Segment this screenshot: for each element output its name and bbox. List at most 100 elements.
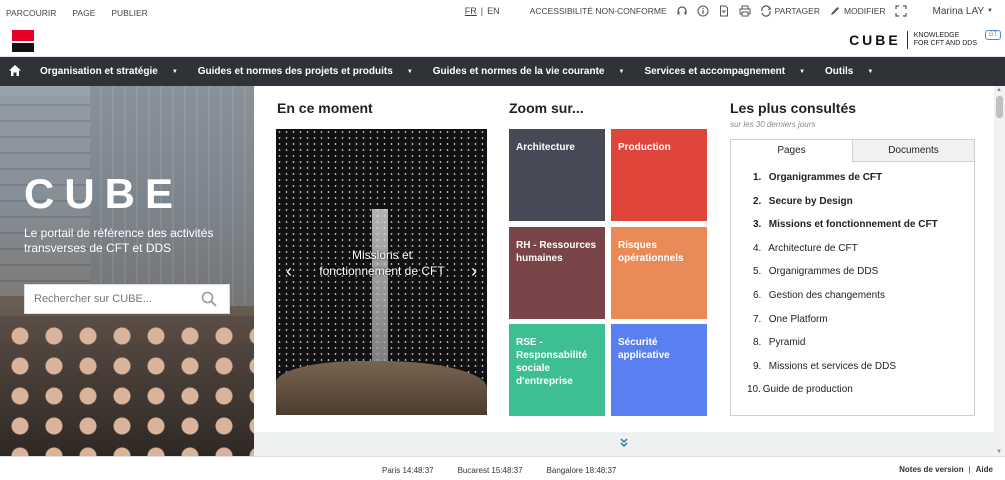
tile-rh[interactable]: RH - Ressources humaines [509, 227, 605, 319]
rank: 3. [753, 219, 762, 231]
hero-banner: CUBE Le portail de référence des activit… [0, 86, 254, 456]
item-link[interactable]: Organigrammes de CFT [769, 172, 882, 183]
item-link[interactable]: Secure by Design [769, 196, 853, 207]
hero-subtitle: Le portail de référence des activités tr… [24, 226, 214, 255]
item-link[interactable]: One Platform [769, 314, 828, 325]
nav-guides-projets[interactable]: Guides et normes des projets et produits… [188, 66, 423, 77]
world-clocks: Paris 14:48:37 Bucarest 15:48:37 Bangalo… [382, 466, 616, 475]
ribbon-tab-publier[interactable]: PUBLIER [111, 8, 147, 18]
scrollbar-thumb[interactable] [996, 96, 1003, 118]
hero-background-crowd [0, 316, 254, 456]
page-footer: Paris 14:48:37 Bucarest 15:48:37 Bangalo… [0, 456, 1005, 480]
search-icon[interactable] [201, 291, 217, 307]
rank: 4. [753, 242, 762, 254]
caret-down-icon: ▼ [799, 68, 806, 75]
news-carousel[interactable]: Missions et fonctionnement de CFT ‹ › [276, 129, 487, 415]
tab-bar: Pages Documents [731, 140, 974, 162]
chevron-right-icon[interactable]: › [471, 261, 477, 282]
clock-bucarest: Bucarest 15:48:37 [457, 466, 523, 475]
rank: 2. [753, 195, 762, 207]
item-link[interactable]: Organigrammes de DDS [769, 266, 878, 277]
list-item[interactable]: 2. Secure by Design [753, 195, 974, 219]
pencil-icon [829, 5, 841, 17]
popular-title: Les plus consultés [730, 100, 857, 116]
footer-links: Notes de version | Aide [899, 465, 993, 474]
item-link[interactable]: Missions et fonctionnement de CFT [769, 219, 938, 230]
release-notes-link[interactable]: Notes de version [899, 465, 963, 474]
tile-rse[interactable]: RSE - Responsabilité sociale d'entrepris… [509, 324, 605, 416]
nav-guides-vie-courante[interactable]: Guides et normes de la vie courante ▼ [423, 66, 635, 77]
tile-securite[interactable]: Sécurité applicative [611, 324, 707, 416]
user-menu[interactable]: Marina LAY ▼ [933, 6, 993, 17]
list-item[interactable]: 6. Gestion des changements [753, 289, 974, 313]
edit-button[interactable]: MODIFIER [829, 5, 886, 17]
info-icon[interactable] [697, 5, 709, 17]
ribbon-tab-page[interactable]: PAGE [72, 8, 95, 18]
pdf-document-icon[interactable] [718, 5, 730, 17]
nav-label: Outils [825, 66, 854, 77]
expand-section-bar[interactable] [254, 432, 994, 456]
list-item[interactable]: 8. Pyramid [753, 336, 974, 360]
lang-fr-link[interactable]: FR [465, 6, 477, 16]
hero-search-box [24, 284, 230, 314]
caret-down-icon: ▼ [406, 68, 413, 75]
share-button[interactable]: PARTAGER [760, 5, 820, 17]
headset-icon[interactable] [676, 5, 688, 17]
print-icon[interactable] [739, 5, 751, 17]
caret-down-icon: ▼ [618, 68, 625, 75]
fullscreen-icon[interactable] [894, 5, 907, 17]
nav-label: Services et accompagnement [644, 66, 786, 77]
rank: 9. [753, 360, 762, 372]
cube-logo[interactable]: CUBE KNOWLEDGE FOR CFT AND DDS [849, 31, 977, 49]
nav-services[interactable]: Services et accompagnement ▼ [634, 66, 815, 77]
tab-pages[interactable]: Pages [731, 140, 853, 162]
tagline-line1: KNOWLEDGE [913, 32, 960, 39]
scroll-up-arrow-icon[interactable]: ▲ [996, 87, 1002, 93]
popular-pages-list: 1. Organigrammes de CFT 2. Secure by Des… [731, 162, 974, 407]
chevron-left-icon[interactable]: ‹ [286, 261, 292, 282]
tile-architecture[interactable]: Architecture [509, 129, 605, 221]
item-link[interactable]: Guide de production [763, 384, 853, 395]
rank: 7. [753, 313, 762, 325]
item-link[interactable]: Pyramid [769, 337, 806, 348]
scroll-down-arrow-icon[interactable]: ▼ [996, 449, 1002, 455]
caret-down-icon: ▼ [867, 68, 874, 75]
slide-caption[interactable]: Missions et fonctionnement de CFT [312, 247, 452, 279]
list-item[interactable]: 3. Missions et fonctionnement de CFT [753, 218, 974, 242]
nav-organisation[interactable]: Organisation et stratégie ▼ [30, 66, 188, 77]
moment-title: En ce moment [277, 100, 373, 116]
item-link[interactable]: Missions et services de DDS [769, 361, 896, 372]
caret-down-icon: ▼ [171, 68, 178, 75]
tile-risques[interactable]: Risques opérationnels [611, 227, 707, 319]
tagline-line2: FOR CFT AND DDS [913, 40, 977, 47]
lang-separator: | [480, 6, 484, 16]
gt-badge[interactable]: GT [985, 30, 1001, 40]
list-item[interactable]: 9. Missions et services de DDS [753, 360, 974, 384]
language-switcher: FR | EN [465, 6, 500, 16]
lang-en-link[interactable]: EN [487, 6, 500, 16]
page-scrollbar[interactable]: ▲ ▼ [994, 86, 1005, 456]
item-link[interactable]: Architecture de CFT [768, 243, 857, 254]
list-item[interactable]: 7. One Platform [753, 313, 974, 337]
ribbon-tab-parcourir[interactable]: PARCOURIR [6, 8, 56, 18]
double-chevron-down-icon[interactable] [619, 438, 629, 449]
rank: 8. [753, 337, 762, 349]
caret-down-icon: ▼ [987, 8, 993, 14]
brand-tagline: KNOWLEDGE FOR CFT AND DDS [914, 32, 977, 48]
search-input[interactable] [25, 293, 195, 305]
main-content: En ce moment Missions et fonctionnement … [254, 86, 994, 432]
list-item[interactable]: 5. Organigrammes de DDS [753, 265, 974, 289]
tab-documents[interactable]: Documents [853, 140, 974, 162]
list-item[interactable]: 1. Organigrammes de CFT [753, 171, 974, 195]
clock-bangalore: Bangalore 18:48:37 [546, 466, 617, 475]
accessibility-link[interactable]: ACCESSIBILITÉ NON-CONFORME [530, 6, 667, 16]
help-link[interactable]: Aide [976, 465, 993, 474]
clock-paris: Paris 14:48:37 [382, 466, 434, 475]
tile-production[interactable]: Production [611, 129, 707, 221]
item-link[interactable]: Gestion des changements [769, 290, 885, 301]
list-item[interactable]: 4. Architecture de CFT [753, 242, 974, 266]
nav-outils[interactable]: Outils ▼ [815, 66, 883, 77]
list-item[interactable]: 10. Guide de production [747, 383, 974, 407]
home-icon[interactable] [0, 64, 30, 79]
societe-generale-logo[interactable] [12, 30, 34, 52]
